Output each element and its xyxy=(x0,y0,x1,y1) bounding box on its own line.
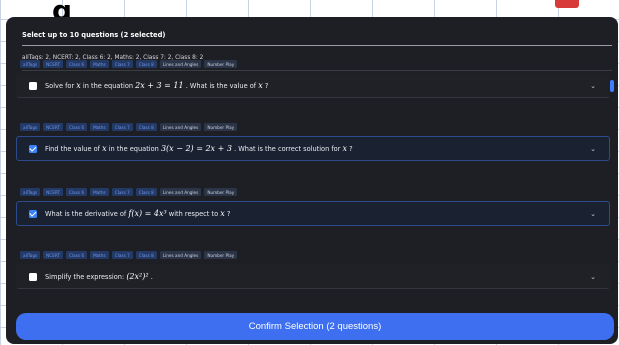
question-text: Simplify the expression: (2x²)² . xyxy=(45,272,153,281)
tag-chip: Class 8 xyxy=(135,251,157,259)
question-text-part: with respect to xyxy=(168,210,219,218)
question-text-part: What is the derivative of xyxy=(45,210,127,218)
tag-chip: Number Play xyxy=(204,251,238,259)
math-expression: 3(x − 2) = 2x + 3 xyxy=(160,144,232,153)
tag-chip: Lines and Angles xyxy=(159,188,202,196)
question-text-part: ? xyxy=(264,82,269,90)
question-text-part: ? xyxy=(226,210,231,218)
tag-chip: Class 6 xyxy=(66,60,88,68)
math-expression: x xyxy=(258,81,263,90)
math-expression: (2x²)² xyxy=(126,272,149,281)
question-text-part: Find the value of xyxy=(45,145,100,153)
question-row[interactable]: Find the value of x in the equation 3(x … xyxy=(16,136,610,161)
checkbox-checked[interactable] xyxy=(29,209,37,218)
chevron-down-icon[interactable]: ⌄ xyxy=(590,210,596,218)
math-expression: f(x) = 4x³ xyxy=(128,209,167,218)
tag-chip: NCERT xyxy=(43,60,64,68)
math-expression: x xyxy=(342,144,348,153)
tag-chip: Lines and Angles xyxy=(159,251,202,259)
question-tags: allTags NCERT Class 6 Maths Class 7 Class 8 Li… xyxy=(16,250,610,260)
tag-chip: Lines and Angles xyxy=(159,60,202,68)
confirm-selection-button[interactable]: Confirm Selection (2 questions) xyxy=(16,313,614,340)
tag-chip: NCERT xyxy=(43,251,64,259)
modal-title: Select up to 10 questions (2 selected) xyxy=(22,31,166,39)
tag-chip: Class 8 xyxy=(135,60,157,68)
question-text-part: Solve for xyxy=(45,82,75,90)
math-expression: x xyxy=(102,144,107,153)
tag-chip: Number Play xyxy=(204,188,238,196)
tag-chip: Class 8 xyxy=(135,123,157,131)
tag-chip: Maths xyxy=(90,251,109,259)
question-text-part: in the equation xyxy=(108,145,159,153)
question-row[interactable]: Simplify the expression: (2x²)² . ⌄ xyxy=(16,264,610,289)
background-close-button[interactable] xyxy=(555,0,579,8)
question-row[interactable]: Solve for x in the equation 2x + 3 = 11 … xyxy=(16,73,610,98)
tag-chip: Class 6 xyxy=(66,123,88,131)
math-expression: x xyxy=(76,81,81,90)
checkbox-unchecked[interactable] xyxy=(29,81,37,90)
math-expression: 2x + 3 = 11 xyxy=(135,81,184,90)
tag-chip: Lines and Angles xyxy=(159,123,202,131)
question-block: allTags NCERT Class 6 Maths Class 7 Class 8 Li… xyxy=(16,250,610,289)
question-row[interactable]: What is the derivative of f(x) = 4x³ wit… xyxy=(16,201,610,226)
tag-chip: Maths xyxy=(90,123,109,131)
tag-chip: Number Play xyxy=(204,123,238,131)
tag-chip: NCERT xyxy=(43,123,64,131)
question-text: What is the derivative of f(x) = 4x³ wit… xyxy=(45,209,230,218)
tag-chip: Class 7 xyxy=(111,123,133,131)
tag-chip: Class 6 xyxy=(66,188,88,196)
tag-chip: Maths xyxy=(90,188,109,196)
checkbox-checked[interactable] xyxy=(29,144,37,153)
question-block: allTags NCERT Class 6 Maths Class 7 Class 8 Li… xyxy=(16,122,610,161)
question-tags: allTags NCERT Class 6 Maths Class 7 Class 8 Li… xyxy=(16,187,610,197)
question-selection-modal: Select up to 10 questions (2 selected) a… xyxy=(6,17,618,344)
tag-chip: allTags xyxy=(20,60,41,68)
math-expression: x xyxy=(220,209,225,218)
chevron-down-icon[interactable]: ⌄ xyxy=(590,82,596,90)
question-text-part: in the equation xyxy=(82,82,134,90)
question-tags: allTags NCERT Class 6 Maths Class 7 Class 8 Li… xyxy=(16,59,610,69)
header-divider xyxy=(22,45,612,46)
question-text: Find the value of x in the equation 3(x … xyxy=(45,144,353,153)
tag-chip: Maths xyxy=(90,60,109,68)
question-text-part: . What is the correct solution for xyxy=(234,145,341,153)
question-text: Solve for x in the equation 2x + 3 = 11 … xyxy=(45,81,268,90)
tag-chip: Class 7 xyxy=(111,251,133,259)
scrollbar-thumb[interactable] xyxy=(610,80,614,92)
chevron-down-icon[interactable]: ⌄ xyxy=(590,145,596,153)
tag-chip: allTags xyxy=(20,188,41,196)
tag-chip: Class 7 xyxy=(111,188,133,196)
question-tags: allTags NCERT Class 6 Maths Class 7 Class 8 Li… xyxy=(16,122,610,132)
tag-chip: Class 6 xyxy=(66,251,88,259)
question-text-part: . What is the value of xyxy=(185,82,257,90)
tag-chip: Class 8 xyxy=(135,188,157,196)
tag-chip: Number Play xyxy=(204,60,238,68)
question-text-part: ? xyxy=(349,145,353,153)
question-block: allTags NCERT Class 6 Maths Class 7 Class 8 Li… xyxy=(16,187,610,226)
question-block: allTags NCERT Class 6 Maths Class 7 Class 8 Li… xyxy=(16,59,610,98)
checkbox-unchecked[interactable] xyxy=(29,272,37,281)
chevron-down-icon[interactable]: ⌄ xyxy=(590,273,596,281)
tag-chip: allTags xyxy=(20,123,41,131)
question-text-part: . xyxy=(150,273,153,281)
tag-chip: allTags xyxy=(20,251,41,259)
tag-chip: Class 7 xyxy=(111,60,133,68)
question-text-part: Simplify the expression: xyxy=(45,273,125,281)
tag-chip: NCERT xyxy=(43,188,64,196)
